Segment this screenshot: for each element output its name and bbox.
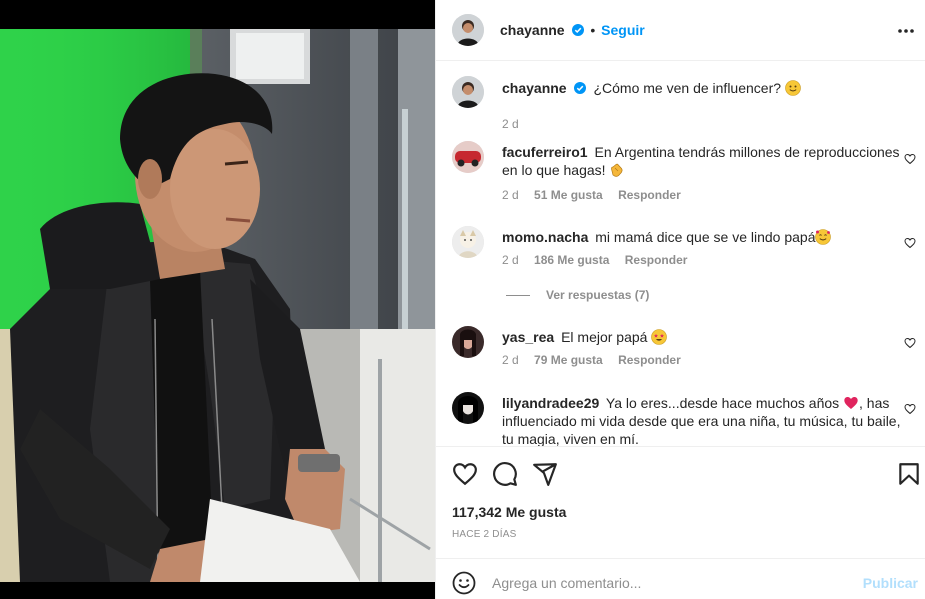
- more-icon[interactable]: [897, 24, 915, 38]
- smiling-face-icon: [785, 80, 801, 96]
- reply-button[interactable]: Responder: [618, 353, 681, 367]
- heart-icon[interactable]: [452, 461, 478, 487]
- red-heart-icon: [844, 397, 858, 409]
- commenter-avatar[interactable]: [452, 326, 484, 358]
- comment-text: El mejor papá: [561, 329, 648, 345]
- comment-time: 2 d: [502, 188, 519, 202]
- author-avatar[interactable]: [452, 14, 484, 46]
- comment-likes[interactable]: 51 Me gusta: [534, 188, 603, 202]
- save-icon[interactable]: [896, 461, 922, 487]
- avatar-image: [452, 76, 484, 108]
- post-photo: [0, 29, 435, 582]
- post-media[interactable]: [0, 0, 435, 599]
- caption-time: 2 d: [502, 117, 519, 131]
- comments-list[interactable]: chayanne ¿Cómo me ven de influencer? 2 d: [436, 62, 925, 446]
- star-struck-icon: [651, 329, 668, 345]
- comment-item: facuferreiro1 En Argentina tendrás millo…: [452, 141, 922, 211]
- comment-meta: 2 d 79 Me gusta Responder: [502, 353, 693, 367]
- emoji-icon[interactable]: [452, 571, 476, 595]
- commenter-avatar[interactable]: [452, 392, 484, 424]
- likes-count[interactable]: 117,342 Me gusta: [452, 504, 566, 520]
- author-avatar[interactable]: [452, 76, 484, 108]
- letterbox-bottom: [0, 582, 435, 599]
- caption-text: ¿Cómo me ven de influencer?: [593, 80, 782, 96]
- like-comment-heart-icon[interactable]: [904, 337, 916, 349]
- add-comment-bar: Publicar: [436, 558, 925, 599]
- comment-item: momo.nacha mi mamá dice que se ve lindo …: [452, 226, 922, 274]
- commenter-avatar[interactable]: [452, 226, 484, 258]
- avatar-image: [452, 14, 484, 46]
- verified-icon: [573, 82, 586, 94]
- author-username[interactable]: chayanne: [500, 22, 565, 38]
- comment-item: yas_rea El mejor papá 2 d 79 Me gusta Re…: [452, 326, 922, 374]
- comment-text: mi mamá dice que se ve lindo papá: [595, 229, 816, 245]
- like-comment-heart-icon[interactable]: [904, 153, 916, 165]
- commenter-username[interactable]: lilyandradee29: [502, 395, 599, 411]
- comment-text-part-a: Ya lo eres...desde hace muchos años: [605, 395, 840, 411]
- avatar-image: [452, 392, 484, 424]
- avatar-image: [452, 141, 484, 173]
- publish-button[interactable]: Publicar: [863, 575, 918, 591]
- caption-row: chayanne ¿Cómo me ven de influencer? 2 d: [452, 76, 922, 136]
- reply-button[interactable]: Responder: [618, 188, 681, 202]
- caption-username[interactable]: chayanne: [502, 80, 567, 96]
- verified-icon: [572, 24, 585, 36]
- clapping-hands-icon: [611, 163, 623, 177]
- post-header: chayanne • Seguir: [436, 0, 925, 61]
- view-replies-line: [506, 295, 530, 297]
- letterbox-top: [0, 0, 435, 29]
- like-comment-heart-icon[interactable]: [904, 237, 916, 249]
- commenter-avatar[interactable]: [452, 141, 484, 173]
- avatar-image: [452, 226, 484, 258]
- post-side-panel: chayanne • Seguir chayanne ¿Cómo me ven …: [435, 0, 925, 599]
- caption-meta: 2 d: [502, 117, 531, 131]
- comment-time: 2 d: [502, 253, 519, 267]
- commenter-username[interactable]: momo.nacha: [502, 229, 588, 245]
- reply-button[interactable]: Responder: [625, 253, 688, 267]
- comment-time: 2 d: [502, 353, 519, 367]
- separator-dot: •: [590, 22, 596, 38]
- view-replies-label: Ver respuestas (7): [546, 288, 650, 302]
- commenter-username[interactable]: facuferreiro1: [502, 144, 588, 160]
- comment-item: lilyandradee29 Ya lo eres...desde hace m…: [452, 392, 922, 446]
- post-actions: 117,342 Me gusta HACE 2 DÍAS: [436, 446, 925, 558]
- comment-input[interactable]: [492, 571, 862, 595]
- comment-likes[interactable]: 79 Me gusta: [534, 353, 603, 367]
- comment-meta: 2 d 51 Me gusta Responder: [502, 188, 693, 202]
- view-replies-button[interactable]: Ver respuestas (7): [506, 288, 649, 302]
- smiling-face-with-hearts-icon: [815, 229, 832, 245]
- avatar-image: [452, 326, 484, 358]
- comment-icon[interactable]: [492, 461, 518, 487]
- post-time: HACE 2 DÍAS: [452, 529, 517, 540]
- commenter-username[interactable]: yas_rea: [502, 329, 554, 345]
- share-icon[interactable]: [532, 461, 558, 487]
- follow-button[interactable]: Seguir: [601, 22, 645, 38]
- comment-likes[interactable]: 186 Me gusta: [534, 253, 609, 267]
- comment-meta: 2 d 186 Me gusta Responder: [502, 253, 699, 267]
- like-comment-heart-icon[interactable]: [904, 403, 916, 415]
